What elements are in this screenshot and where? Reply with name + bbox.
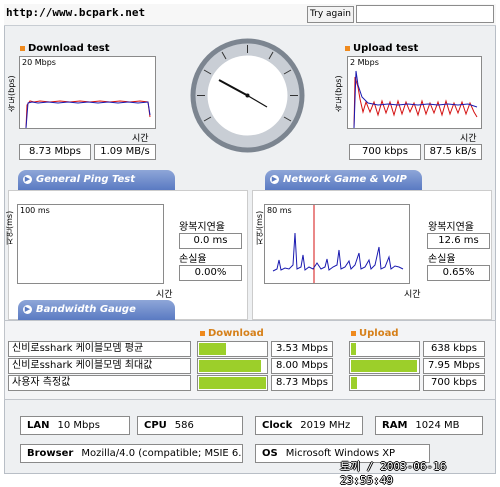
ping-right-loss-value: 0.65% bbox=[427, 265, 490, 281]
tab-label: Bandwidth Gauge bbox=[36, 304, 136, 315]
upload-value: 7.95 Mbps bbox=[423, 358, 485, 374]
download-bar bbox=[197, 341, 268, 357]
download-value: 3.53 Mbps bbox=[271, 341, 333, 357]
upload-bar bbox=[349, 358, 420, 374]
download-speed-mbs: 1.09 MB/s bbox=[94, 144, 156, 160]
bullet-icon bbox=[345, 46, 350, 51]
upload-title: Upload test bbox=[345, 43, 418, 54]
os-label: OS bbox=[262, 448, 278, 459]
ping-right-rtt-label: 왕복지연율 bbox=[428, 222, 474, 233]
gauge-row-label: 신비로sshark 케이블모뎀 평균 bbox=[8, 341, 191, 357]
download-ylabel: 속도(bps) bbox=[7, 75, 16, 112]
gauge-row-label: 사용자 측정값 bbox=[8, 375, 191, 391]
download-value: 8.73 Mbps bbox=[271, 375, 333, 391]
ram-value: 1024 MB bbox=[415, 420, 460, 431]
top-input[interactable] bbox=[356, 5, 494, 23]
browser-value: Mozilla/4.0 (compatible; MSIE 6.0 bbox=[81, 448, 243, 459]
upload-xlabel: 시간 bbox=[460, 134, 477, 144]
browser-info: Browser Mozilla/4.0 (compatible; MSIE 6.0 bbox=[20, 444, 243, 463]
ram-label: RAM bbox=[382, 420, 408, 431]
bullet-icon bbox=[351, 331, 356, 336]
download-xlabel: 시간 bbox=[132, 134, 149, 144]
ping-right-plot: 80 ms bbox=[264, 204, 410, 284]
tab-general-ping-test[interactable]: ▶ General Ping Test bbox=[18, 170, 175, 190]
cpu-value: 586 bbox=[174, 420, 194, 431]
lan-info: LAN 10 Mbps bbox=[20, 416, 130, 435]
upload-ylabel: 속도(bps) bbox=[334, 75, 343, 112]
ping-left-rtt-label: 왕복지연율 bbox=[179, 222, 225, 233]
ping-left-ylabel: 지연(ms) bbox=[5, 210, 14, 245]
download-bar bbox=[197, 375, 268, 391]
clock-label: Clock bbox=[262, 420, 293, 431]
ping-right-rtt-value: 12.6 ms bbox=[427, 233, 490, 249]
upload-plot: 2 Mbps bbox=[347, 56, 482, 129]
upload-title-text: Upload test bbox=[353, 43, 419, 54]
ping-right-graph bbox=[272, 205, 404, 283]
browser-label: Browser bbox=[27, 448, 74, 459]
tab-bandwidth-gauge[interactable]: ▶ Bandwidth Gauge bbox=[18, 300, 175, 320]
download-value: 8.00 Mbps bbox=[271, 358, 333, 374]
arrow-icon: ▶ bbox=[23, 305, 32, 314]
lan-label: LAN bbox=[27, 420, 50, 431]
gauge-download-header-text: Download bbox=[208, 328, 264, 339]
gauge-download-header: Download bbox=[200, 328, 264, 339]
ping-right-loss-label: 손실율 bbox=[428, 254, 456, 265]
arrow-icon: ▶ bbox=[23, 175, 32, 184]
ping-left-rtt-value: 0.0 ms bbox=[179, 233, 242, 249]
tab-network-game-voip[interactable]: ▶Network Game & VoIP Test bbox=[265, 170, 422, 205]
download-speed-mbps: 8.73 Mbps bbox=[19, 144, 91, 160]
capture-stamp: 토끼 / 2003-06-16 23:55:49 bbox=[340, 460, 447, 487]
clock-value: 2019 MHz bbox=[300, 420, 351, 431]
ping-left-loss-label: 손실율 bbox=[179, 254, 207, 265]
cpu-label: CPU bbox=[144, 420, 167, 431]
download-bar-fill bbox=[199, 377, 266, 389]
arrow-icon: ▶ bbox=[270, 175, 279, 184]
upload-bar-fill bbox=[351, 377, 358, 389]
upload-bar bbox=[349, 375, 420, 391]
ping-left-plot: 100 ms bbox=[17, 204, 164, 284]
site-url: http://www.bcpark.net bbox=[6, 6, 146, 19]
bullet-icon bbox=[20, 46, 25, 51]
upload-speed-kbs: 87.5 kB/s bbox=[424, 144, 482, 160]
download-graph bbox=[25, 100, 151, 128]
cpu-info: CPU 586 bbox=[137, 416, 243, 435]
upload-graph bbox=[353, 70, 478, 128]
upload-speed-kbps: 700 kbps bbox=[349, 144, 421, 160]
download-title: Download test bbox=[20, 43, 110, 54]
ping-left-scale: 100 ms bbox=[20, 206, 50, 215]
upload-value: 700 kbps bbox=[423, 375, 485, 391]
clock-info: Clock 2019 MHz bbox=[255, 416, 363, 435]
lan-value: 10 Mbps bbox=[57, 420, 100, 431]
tab-label: General Ping Test bbox=[36, 174, 136, 185]
bullet-icon bbox=[200, 331, 205, 336]
upload-bar-fill bbox=[351, 343, 357, 355]
gauge-upload-header: Upload bbox=[351, 328, 398, 339]
ram-info: RAM 1024 MB bbox=[375, 416, 483, 435]
gauge-upload-header-text: Upload bbox=[359, 328, 399, 339]
download-plot: 20 Mbps bbox=[19, 56, 156, 129]
ping-left-loss-value: 0.00% bbox=[179, 265, 242, 281]
upload-bar-fill bbox=[351, 360, 417, 372]
upload-value: 638 kbps bbox=[423, 341, 485, 357]
gauge-row-label: 신비로sshark 케이블모뎀 최대값 bbox=[8, 358, 191, 374]
download-bar-fill bbox=[199, 360, 261, 372]
upload-bar bbox=[349, 341, 420, 357]
download-bar-fill bbox=[199, 343, 226, 355]
speed-gauge-dial bbox=[190, 38, 305, 153]
download-title-text: Download test bbox=[28, 43, 110, 54]
try-again-button[interactable]: Try again bbox=[307, 6, 354, 23]
download-bar bbox=[197, 358, 268, 374]
ping-right-xlabel: 시간 bbox=[404, 290, 421, 300]
ping-left-xlabel: 시간 bbox=[156, 290, 173, 300]
